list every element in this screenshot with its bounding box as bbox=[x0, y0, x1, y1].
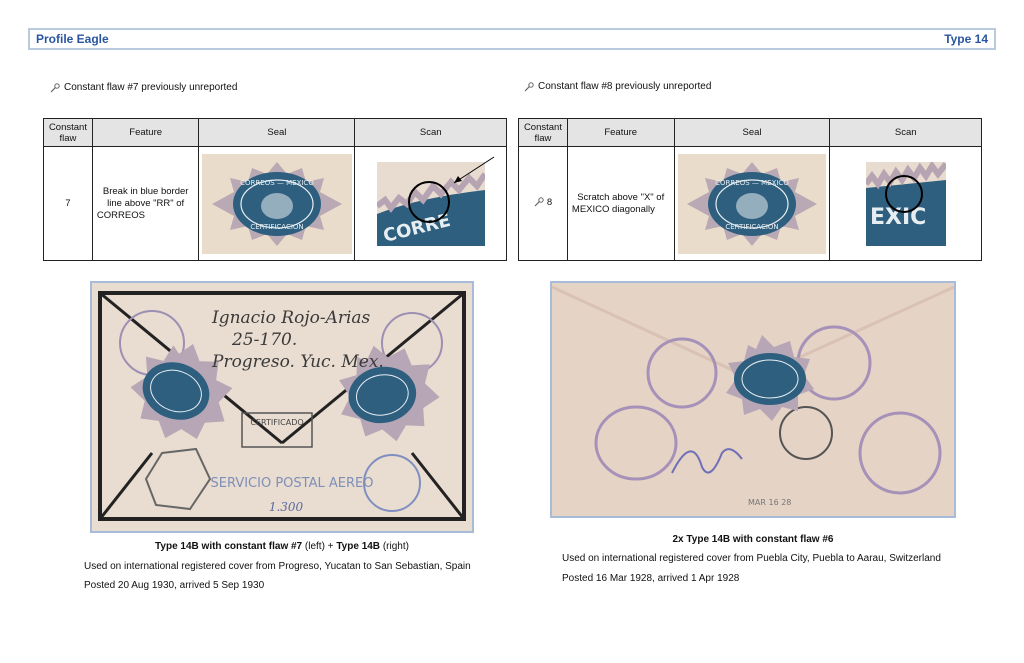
col-feature: Feature bbox=[566, 118, 675, 147]
magnifier-icon bbox=[524, 81, 534, 91]
seal-cell: CORREOS — MEXICO CERTIFICACION bbox=[198, 146, 356, 261]
svg-text:1.300: 1.300 bbox=[269, 500, 304, 514]
left-caption-title: Type 14B with constant flaw #7 (left) + … bbox=[155, 541, 409, 552]
right-caption-title: 2x Type 14B with constant flaw #6 bbox=[672, 534, 834, 545]
col-scan: Scan bbox=[829, 118, 982, 147]
flaw-feature: Scratch above "X" of MEXICO diagonally bbox=[566, 146, 675, 261]
flaw-feature: Break in blue border line above "RR" of … bbox=[91, 146, 200, 261]
svg-text:Ignacio Rojo-Arias: Ignacio Rojo-Arias bbox=[211, 308, 371, 328]
cover-illustration: MAR 16 28 bbox=[551, 283, 955, 516]
col-seal: Seal bbox=[673, 118, 831, 147]
right-caption-line2: Posted 16 Mar 1928, arrived 1 Apr 1928 bbox=[562, 573, 740, 584]
right-flaw-table: Constant flaw Feature Seal Scan 8 Scratc… bbox=[518, 118, 982, 261]
left-caption-line2: Posted 20 Aug 1930, arrived 5 Sep 1930 bbox=[84, 580, 265, 591]
seal-cell: CORREOS — MEXICO CERTIFICACION bbox=[673, 146, 831, 261]
svg-text:Progreso. Yuc. Mex.: Progreso. Yuc. Mex. bbox=[211, 352, 384, 372]
scan-image: EXIC bbox=[865, 161, 946, 246]
col-constant-flaw: Constant flaw bbox=[518, 118, 568, 147]
col-constant-flaw: Constant flaw bbox=[43, 118, 93, 147]
flaw-arrow bbox=[453, 156, 495, 184]
col-seal: Seal bbox=[198, 118, 356, 147]
magnifier-icon bbox=[50, 82, 60, 92]
left-section-title: Constant flaw #7 previously unreported bbox=[50, 82, 237, 93]
right-cover-image: MAR 16 28 bbox=[550, 281, 956, 518]
seal-image: CORREOS — MEXICO CERTIFICACION bbox=[678, 153, 826, 254]
svg-text:SERVICIO POSTAL AEREO: SERVICIO POSTAL AEREO bbox=[211, 476, 374, 491]
col-feature: Feature bbox=[91, 118, 200, 147]
seal-image: CORREOS — MEXICO CERTIFICACION bbox=[201, 153, 352, 254]
scan-cell: EXIC bbox=[829, 146, 982, 261]
svg-text:CORREOS — MEXICO: CORREOS — MEXICO bbox=[715, 179, 789, 187]
right-caption-line1: Used on international registered cover f… bbox=[562, 553, 941, 564]
table-row: 8 Scratch above "X" of MEXICO diagonally… bbox=[518, 146, 982, 261]
cover-illustration: CERTIFICADO Ignacio Rojo-Arias 25-170. P… bbox=[92, 283, 472, 531]
svg-text:CORREOS — MEXICO: CORREOS — MEXICO bbox=[240, 179, 314, 187]
right-section-title: Constant flaw #8 previously unreported bbox=[524, 81, 711, 92]
left-cover-image: CERTIFICADO Ignacio Rojo-Arias 25-170. P… bbox=[90, 281, 474, 533]
header-type: Type 14 bbox=[944, 32, 988, 46]
svg-text:CERTIFICADO: CERTIFICADO bbox=[250, 418, 303, 427]
table-row: 7 Break in blue border line above "RR" o… bbox=[43, 146, 507, 261]
svg-text:CERTIFICACION: CERTIFICACION bbox=[250, 223, 303, 231]
header-title: Profile Eagle bbox=[36, 32, 109, 46]
col-scan: Scan bbox=[354, 118, 507, 147]
left-caption-line1: Used on international registered cover f… bbox=[84, 561, 471, 572]
svg-text:CERTIFICACION: CERTIFICACION bbox=[725, 223, 778, 231]
svg-text:25-170.: 25-170. bbox=[231, 330, 297, 350]
magnifier-icon bbox=[534, 197, 544, 207]
svg-text:MAR 16 28: MAR 16 28 bbox=[748, 498, 791, 507]
page-header: Profile Eagle Type 14 bbox=[28, 28, 996, 50]
svg-text:EXIC: EXIC bbox=[870, 205, 926, 230]
left-flaw-table: Constant flaw Feature Seal Scan 7 Break … bbox=[43, 118, 507, 261]
flaw-number: 8 bbox=[518, 146, 568, 261]
flaw-number: 7 bbox=[43, 146, 93, 261]
